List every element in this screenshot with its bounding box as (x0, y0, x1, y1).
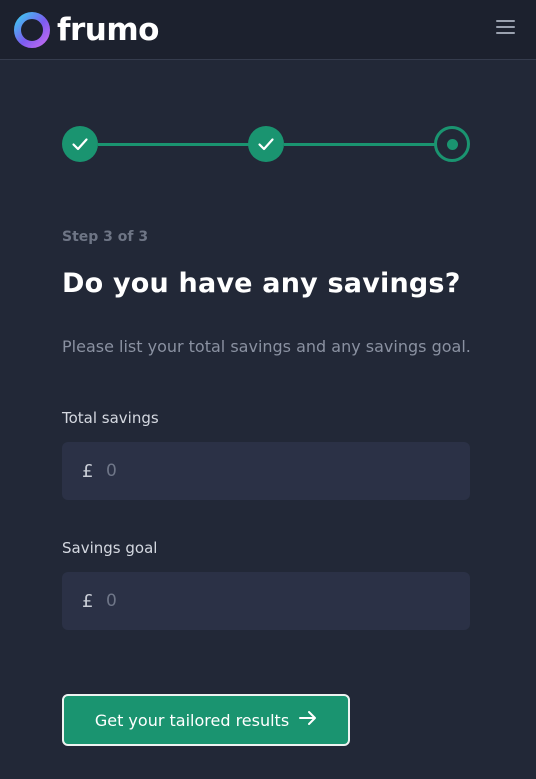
step-counter: Step 3 of 3 (62, 229, 149, 245)
checkmark-icon (258, 138, 274, 151)
stepper-connector (98, 143, 249, 146)
arrow-right-icon (299, 710, 317, 730)
step-2-completed (248, 126, 284, 162)
total-savings-input[interactable] (106, 442, 456, 500)
menu-bar (496, 32, 515, 34)
brand-name: frumo (57, 12, 159, 48)
savings-goal-input[interactable] (106, 572, 456, 630)
checkmark-icon (72, 138, 88, 151)
menu-bar (496, 20, 515, 22)
top-navigation-bar: frumo (0, 0, 536, 60)
brand-logo[interactable]: frumo (13, 10, 159, 50)
hamburger-menu-icon[interactable] (496, 20, 518, 38)
currency-symbol: £ (82, 461, 94, 482)
dot-icon (446, 138, 458, 150)
savings-goal-field[interactable]: £ (62, 572, 470, 630)
menu-bar (496, 26, 515, 28)
logo-ring-icon (13, 11, 51, 49)
currency-symbol: £ (82, 591, 94, 612)
page-subtitle: Please list your total savings and any s… (62, 337, 471, 356)
progress-stepper (62, 126, 470, 162)
total-savings-field[interactable]: £ (62, 442, 470, 500)
page-title: Do you have any savings? (62, 268, 461, 299)
savings-goal-label: Savings goal (62, 539, 158, 557)
get-results-label: Get your tailored results (94, 710, 290, 730)
stepper-connector (284, 143, 435, 146)
step-1-completed (62, 126, 98, 162)
total-savings-label: Total savings (62, 409, 159, 427)
step-3-current (434, 126, 470, 162)
get-results-button[interactable]: Get your tailored results (62, 694, 350, 746)
